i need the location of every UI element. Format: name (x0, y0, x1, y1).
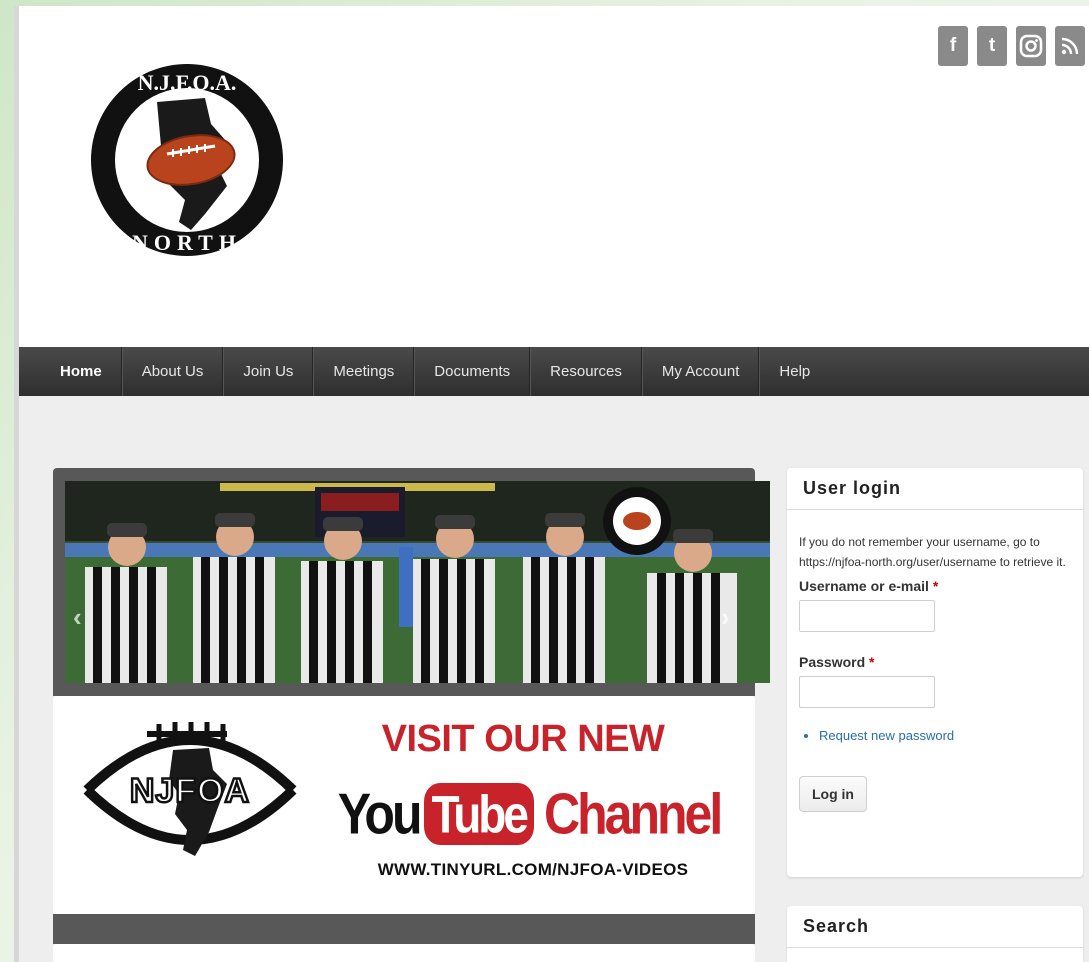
officials-photo-art (65, 481, 770, 683)
next-section (53, 944, 755, 962)
password-label: Password * (799, 654, 875, 670)
slide-next-icon[interactable]: › (721, 602, 730, 633)
request-password-link[interactable]: Request new password (819, 728, 954, 743)
slider-footer-bar (53, 914, 755, 944)
logo-bottom-text: NORTH (132, 230, 242, 255)
login-links: Request new password (799, 726, 1071, 746)
main-content: ‹ › NJFOA VISIT OUR NEW You Tube Channel… (19, 396, 1089, 962)
search-title: Search (787, 906, 1083, 948)
user-login-title: User login (787, 468, 1083, 510)
yt-tube-text: Tube (423, 782, 534, 846)
logo-top-text: N.J.F.O.A. (138, 70, 237, 95)
page: N.J.F.O.A. NORTH f t Home About Us Join … (14, 6, 1089, 962)
required-mark: * (932, 578, 939, 594)
facebook-icon[interactable]: f (938, 26, 968, 66)
main-nav: Home About Us Join Us Meetings Documents… (19, 347, 1089, 396)
search-block: Search (787, 906, 1083, 962)
user-login-block: User login If you do not remember your u… (787, 468, 1083, 877)
promo-headline: VISIT OUR NEW (381, 718, 665, 760)
promo-logo-text: NJFOA (130, 772, 250, 810)
youtube-promo-banner[interactable]: NJFOA VISIT OUR NEW You Tube Channel WWW… (53, 696, 755, 914)
promo-url: WWW.TINYURL.COM/NJFOA-VIDEOS (377, 860, 689, 879)
password-input[interactable] (799, 676, 935, 708)
nav-item-resources[interactable]: Resources (530, 347, 642, 396)
required-mark: * (869, 654, 875, 670)
slideshow: ‹ › (53, 468, 770, 696)
login-button[interactable]: Log in (799, 776, 867, 812)
officials-photo (65, 481, 770, 683)
yt-you-text: You (337, 781, 423, 847)
nav-item-my-account[interactable]: My Account (641, 347, 760, 396)
username-input[interactable] (799, 600, 935, 632)
njfoa-north-logo[interactable]: N.J.F.O.A. NORTH (87, 54, 287, 266)
rss-icon[interactable] (1055, 26, 1085, 66)
nav-item-documents[interactable]: Documents (414, 347, 531, 396)
nav-item-help[interactable]: Help (759, 347, 829, 396)
nav-item-join-us[interactable]: Join Us (223, 347, 314, 396)
yt-channel-text: Channel (543, 781, 723, 847)
nav-item-meetings[interactable]: Meetings (313, 347, 415, 396)
youtube-wordmark: You Tube Channel (338, 774, 723, 854)
instagram-icon[interactable] (1016, 26, 1046, 66)
twitter-icon[interactable]: t (977, 26, 1007, 66)
slide-prev-icon[interactable]: ‹ (73, 602, 82, 633)
nav-item-home[interactable]: Home (41, 347, 122, 396)
nav-item-about-us[interactable]: About Us (121, 347, 224, 396)
login-hint: If you do not remember your username, go… (799, 535, 1066, 569)
njfoa-football-logo: NJFOA (83, 722, 297, 856)
social-links: f t (938, 26, 1085, 66)
username-label: Username or e-mail * (799, 578, 939, 594)
site-header: N.J.F.O.A. NORTH f t (19, 6, 1089, 347)
